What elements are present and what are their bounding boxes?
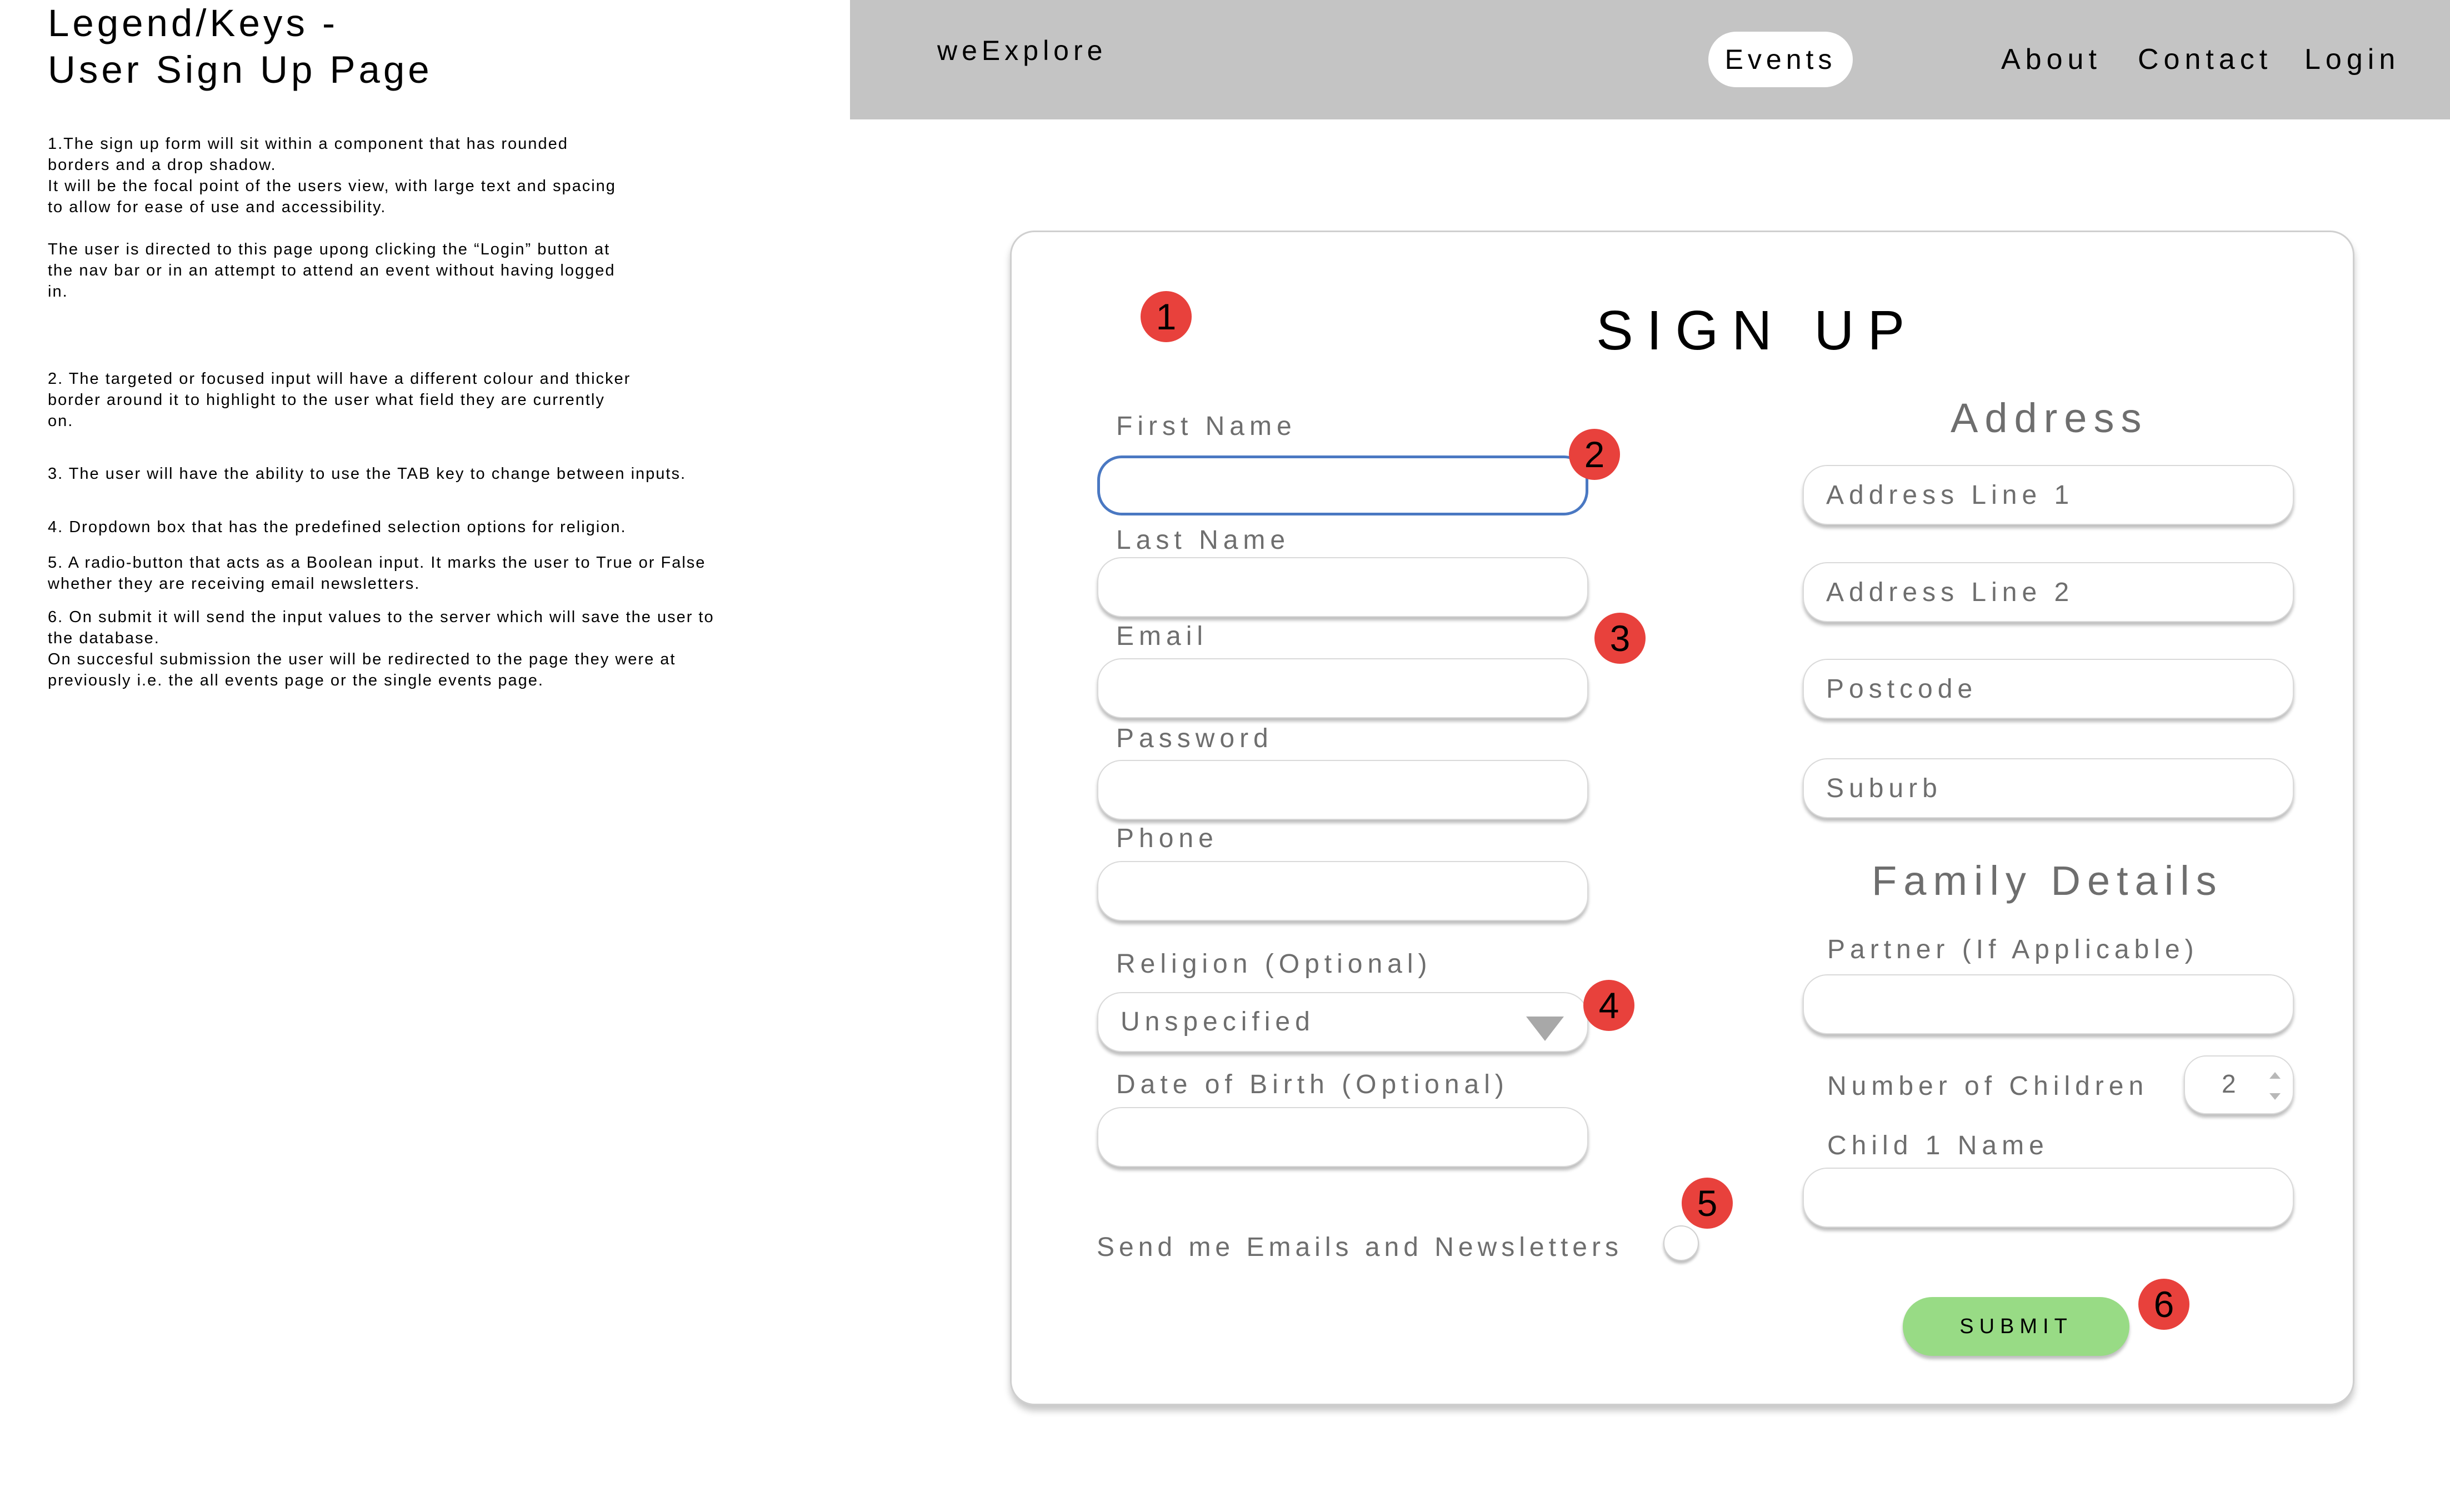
dropdown-arrow-icon [1526,1017,1564,1041]
legend-note-5: 5. A radio-button that acts as a Boolean… [48,554,706,593]
marker-5: 5 [1682,1178,1733,1229]
brand-logo[interactable]: weExplore [937,34,1107,67]
last-name-label: Last Name [1116,525,1291,555]
legend-title: Legend/Keys - User Sign Up Page [48,2,433,91]
first-name-label: First Name [1116,412,1297,441]
marker-1: 1 [1141,291,1192,342]
religion-label: Religion (Optional) [1116,949,1432,979]
nav-login-link[interactable]: Login [2304,43,2400,76]
phone-label: Phone [1116,824,1218,853]
child1-name-label: Child 1 Name [1827,1131,2049,1160]
dob-label: Date of Birth (Optional) [1116,1070,1509,1099]
password-label: Password [1116,724,1273,753]
navbar: weExplore Events About Contact Login [850,0,2450,119]
children-count-value: 2 [2222,1069,2236,1098]
stepper-down-icon[interactable] [2269,1093,2281,1100]
religion-selected-value: Unspecified [1121,1007,1315,1037]
religion-dropdown[interactable]: Unspecified [1097,992,1588,1052]
nav-events-button[interactable]: Events [1708,32,1853,87]
submit-button[interactable]: SUBMIT [1903,1297,2129,1356]
email-input[interactable] [1097,658,1588,718]
newsletter-label: Send me Emails and Newsletters [1097,1233,1623,1262]
newsletter-radio[interactable] [1663,1225,1699,1261]
stepper-up-icon[interactable] [2269,1072,2281,1079]
address-heading: Address [1951,395,2148,441]
form-title: SIGN UP [1596,299,1918,362]
email-label: Email [1116,622,1208,651]
legend-note-3: 3. The user will have the ability to use… [48,465,687,483]
marker-3: 3 [1594,613,1646,664]
partner-input[interactable] [1803,974,2294,1034]
password-input[interactable] [1097,760,1588,820]
suburb-input[interactable] [1803,758,2294,818]
legend-note-2: 2. The targeted or focused input will ha… [48,370,631,430]
dob-input[interactable] [1097,1107,1588,1167]
children-count-stepper[interactable]: 2 [2184,1055,2294,1114]
address-line1-input[interactable] [1803,465,2294,525]
last-name-input[interactable] [1097,557,1588,617]
partner-label: Partner (If Applicable) [1827,935,2199,964]
marker-2: 2 [1569,429,1620,480]
marker-4: 4 [1583,980,1634,1031]
first-name-input[interactable] [1097,455,1588,515]
family-details-heading: Family Details [1872,858,2223,904]
child1-name-input[interactable] [1803,1168,2294,1228]
postcode-input[interactable] [1803,659,2294,719]
nav-about-link[interactable]: About [2001,43,2102,76]
legend-note-6: 6. On submit it will send the input valu… [48,608,714,689]
address-line2-input[interactable] [1803,562,2294,622]
signup-card: SIGN UP First Name Last Name Email Passw… [1010,231,2354,1405]
legend-note-1: 1.The sign up form will sit within a com… [48,135,616,301]
children-count-label: Number of Children [1827,1072,2149,1101]
legend-note-4: 4. Dropdown box that has the predefined … [48,518,627,536]
nav-contact-link[interactable]: Contact [2138,43,2272,76]
marker-6: 6 [2138,1279,2189,1330]
phone-input[interactable] [1097,861,1588,921]
